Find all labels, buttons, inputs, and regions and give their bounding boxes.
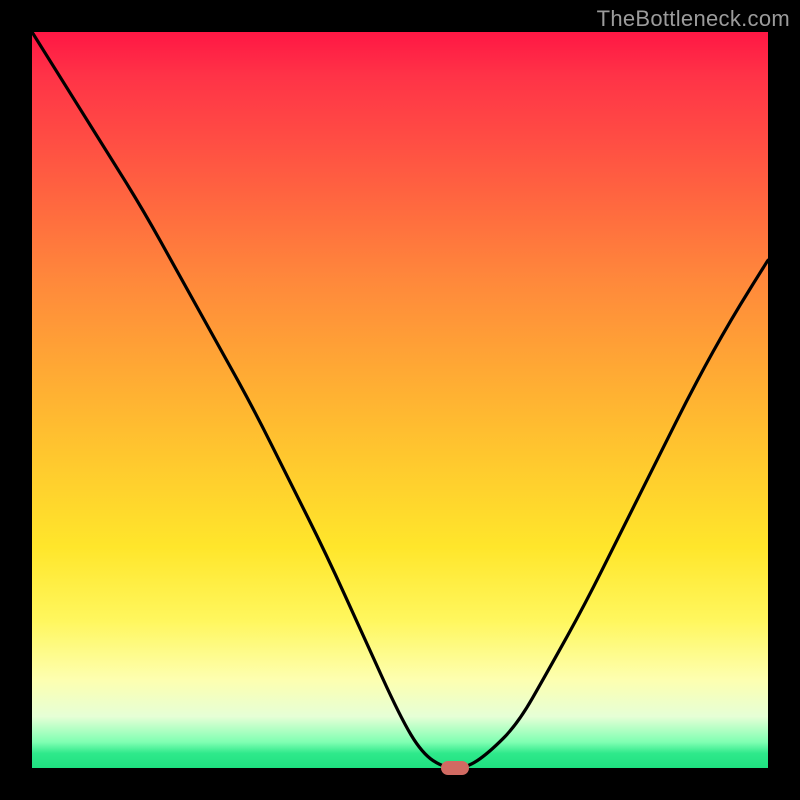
chart-frame: TheBottleneck.com [0, 0, 800, 800]
plot-area [32, 32, 768, 768]
bottleneck-curve [32, 32, 768, 768]
watermark-text: TheBottleneck.com [597, 6, 790, 32]
curve-path [32, 32, 768, 768]
minimum-marker [441, 761, 469, 775]
